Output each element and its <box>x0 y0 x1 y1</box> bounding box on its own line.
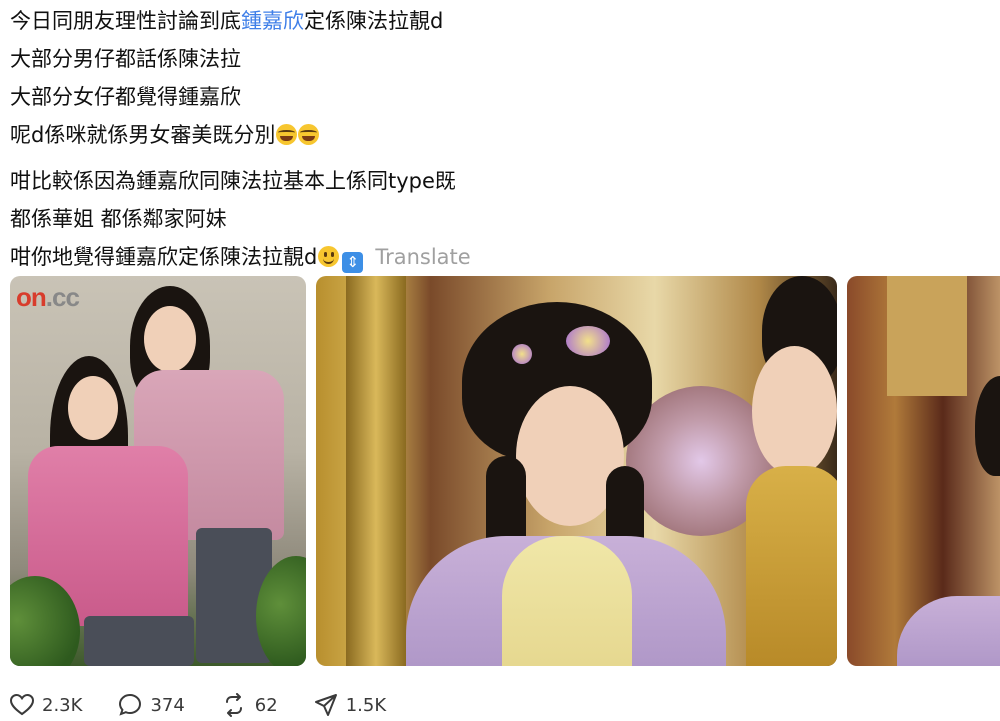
hair-flower-shape <box>512 344 532 364</box>
send-icon <box>314 694 337 716</box>
share-count: 1.5K <box>345 694 387 716</box>
post-line-2: 大部分男仔都話係陳法拉 <box>10 47 241 71</box>
post-line-5: 咁比較係因為鍾嘉欣同陳法拉基本上係同type既 <box>10 169 456 193</box>
hair-flower-shape <box>566 326 610 356</box>
laughing-crying-emoji <box>276 124 298 145</box>
post-text-segment: 今日同朋友理性討論到底 <box>10 9 241 33</box>
post-actions: 2.3K 374 62 1.5K <box>10 690 422 720</box>
face-shape <box>68 376 118 440</box>
post-line-3: 大部分女仔都覺得鍾嘉欣 <box>10 85 241 109</box>
post-body: 今日同朋友理性討論到底鍾嘉欣定係陳法拉靚d 大部分男仔都話係陳法拉 大部分女仔都… <box>10 2 990 276</box>
like-button[interactable]: 2.3K <box>10 694 82 716</box>
costume-shape <box>502 536 632 666</box>
oncc-watermark: on.cc <box>16 282 80 313</box>
media-carousel[interactable]: on.cc <box>10 276 1000 666</box>
share-button[interactable]: 1.5K <box>314 693 386 717</box>
pants-shape <box>84 616 194 666</box>
up-down-arrow-emoji: ⇕ <box>342 252 364 273</box>
photo-two-women-pink-jackets[interactable]: on.cc <box>10 276 306 666</box>
laughing-crying-emoji <box>298 124 320 145</box>
photo-period-drama-actress[interactable] <box>316 276 837 666</box>
watermark-suffix: .cc <box>45 282 80 312</box>
hair-shape <box>975 376 1000 476</box>
repost-count: 62 <box>254 694 278 716</box>
repost-icon <box>225 693 242 717</box>
post-text-segment: 定係陳法拉靚d <box>304 9 444 33</box>
speech-bubble-icon <box>119 693 142 716</box>
face-shape <box>144 306 196 372</box>
reply-button[interactable]: 374 <box>118 693 185 717</box>
repost-button[interactable]: 62 <box>221 693 278 717</box>
robe-shape <box>897 596 1000 666</box>
like-count: 2.3K <box>42 694 83 716</box>
post-text-segment: 咁你地覺得鍾嘉欣定係陳法拉靚d <box>10 245 318 269</box>
post-line-1: 今日同朋友理性討論到底鍾嘉欣定係陳法拉靚d <box>10 2 990 40</box>
post-text-segment: 呢d係咪就係男女審美既分別 <box>10 123 276 147</box>
face-shape <box>752 346 837 476</box>
translate-link[interactable]: Translate <box>375 245 470 269</box>
smiling-emoji <box>318 246 340 267</box>
screen-shape <box>887 276 967 396</box>
watermark-brand: on <box>16 282 47 312</box>
robe-shape <box>746 466 837 666</box>
heart-icon <box>10 694 34 716</box>
pillar-shape <box>346 276 406 666</box>
post-line-6: 都係華姐 都係鄰家阿妹 <box>10 207 227 231</box>
reply-count: 374 <box>150 694 185 716</box>
mention-link[interactable]: 鍾嘉欣 <box>241 9 304 33</box>
photo-period-drama-partial[interactable] <box>847 276 1000 666</box>
post-line-4: 呢d係咪就係男女審美既分別 <box>10 116 990 154</box>
post-line-7: 咁你地覺得鍾嘉欣定係陳法拉靚d ⇕ Translate <box>10 238 990 276</box>
